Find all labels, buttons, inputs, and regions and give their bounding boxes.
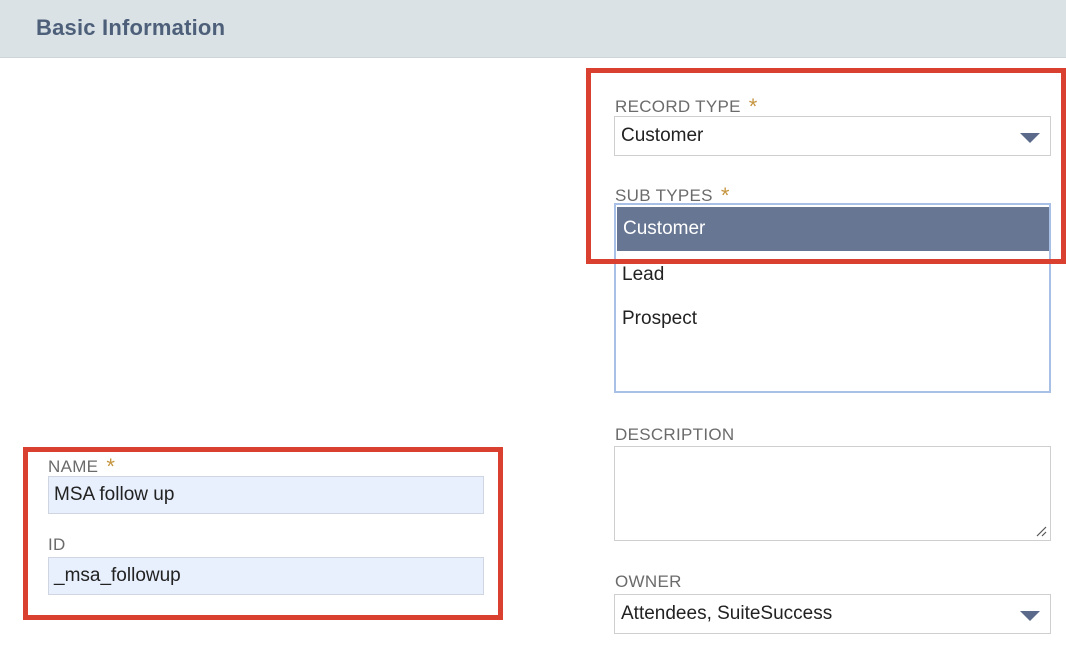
owner-select[interactable]: Attendees, SuiteSuccess — [614, 594, 1051, 634]
sub-type-option-lead[interactable]: Lead — [616, 253, 1049, 297]
section-header: Basic Information — [0, 0, 1066, 58]
owner-value: Attendees, SuiteSuccess — [621, 603, 833, 624]
record-type-value: Customer — [621, 125, 704, 146]
description-label: DESCRIPTION — [615, 425, 735, 444]
name-label: NAME * — [48, 452, 115, 479]
id-input[interactable]: _msa_followup — [48, 557, 484, 595]
chevron-down-icon[interactable] — [1020, 133, 1040, 143]
chevron-down-icon[interactable] — [1020, 611, 1040, 621]
name-input[interactable]: MSA follow up — [48, 476, 484, 514]
record-type-select[interactable]: Customer — [614, 116, 1051, 156]
description-textarea[interactable] — [614, 446, 1051, 541]
sub-type-option-customer[interactable]: Customer — [617, 207, 1049, 251]
name-label-text: NAME — [48, 457, 99, 476]
id-label: ID — [48, 535, 66, 554]
id-value: _msa_followup — [54, 565, 181, 586]
record-type-label-text: RECORD TYPE — [615, 97, 741, 116]
name-value: MSA follow up — [54, 484, 175, 505]
sub-types-listbox[interactable]: Customer Lead Prospect — [614, 203, 1051, 393]
sub-type-option-prospect[interactable]: Prospect — [616, 297, 1049, 341]
owner-label: OWNER — [615, 572, 682, 591]
section-title: Basic Information — [36, 15, 226, 40]
record-type-label: RECORD TYPE * — [615, 92, 758, 119]
resize-handle-icon[interactable] — [1035, 525, 1047, 537]
